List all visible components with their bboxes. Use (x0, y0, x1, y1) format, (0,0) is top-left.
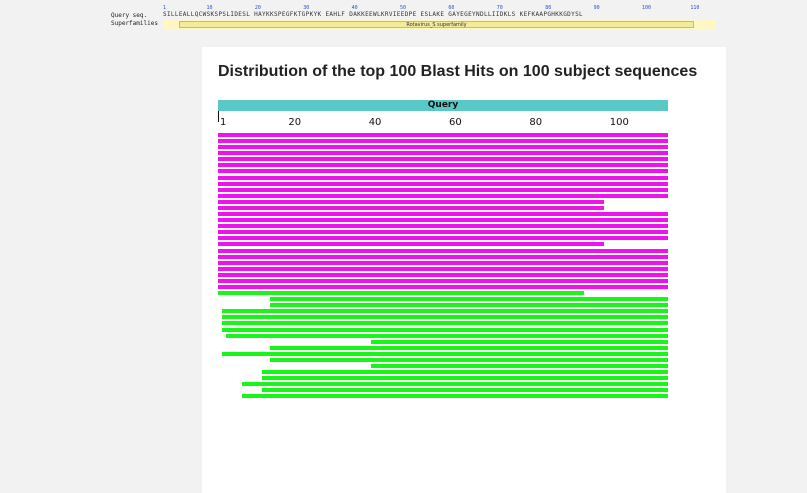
hit-bar[interactable] (262, 370, 668, 375)
hit-bar[interactable] (242, 394, 668, 399)
superfamily-domain-bar[interactable]: Rotavirus_S superfamily (179, 21, 694, 28)
axis-tick-label: 40 (368, 117, 382, 128)
hit-bar[interactable] (242, 382, 668, 387)
hit-bar[interactable] (270, 303, 668, 308)
hit-bar[interactable] (218, 133, 668, 137)
superfamilies-label: Superfamilies (111, 20, 158, 27)
hit-bar[interactable] (218, 236, 668, 241)
hit-bar[interactable] (218, 205, 604, 210)
hit-bar[interactable] (222, 327, 668, 332)
hit-bar[interactable] (218, 224, 668, 229)
hit-bar[interactable] (226, 333, 668, 338)
blast-hits-panel: Distribution of the top 100 Blast Hits o… (202, 47, 726, 493)
hit-bar[interactable] (218, 291, 584, 296)
hit-bar[interactable] (218, 199, 604, 204)
axis-tick-label: 1 (220, 117, 227, 128)
hit-bar[interactable] (218, 157, 668, 162)
query-axis: 1 20 40 60 80 100 (218, 111, 668, 131)
hit-bar[interactable] (218, 254, 668, 259)
hit-bar[interactable] (262, 376, 668, 381)
axis-tick-label: 80 (529, 117, 543, 128)
hit-bar[interactable] (218, 193, 668, 198)
hit-bar[interactable] (218, 266, 668, 271)
hit-bar[interactable] (222, 309, 668, 314)
hit-bar[interactable] (222, 315, 668, 320)
conserved-domains-strip: 1 10 20 30 40 50 60 70 80 90 100 110 Query seq. SIL… (0, 0, 807, 40)
page-title: Distribution of the top 100 Blast Hits o… (218, 63, 698, 80)
hit-bar[interactable] (218, 260, 668, 265)
hit-bar[interactable] (218, 218, 668, 223)
query-bar: Query (218, 100, 668, 111)
hit-bar[interactable] (270, 357, 668, 362)
hit-bar[interactable] (270, 345, 668, 350)
hit-bar[interactable] (370, 339, 668, 344)
hit-bar[interactable] (222, 351, 668, 356)
hit-bar[interactable] (218, 163, 668, 168)
axis-start-line (218, 111, 219, 122)
hit-bar[interactable] (218, 248, 668, 253)
hit-bar[interactable] (218, 139, 668, 144)
query-seq-label: Query seq. (111, 12, 148, 19)
hit-bar[interactable] (218, 285, 668, 289)
hit-bar[interactable] (218, 175, 668, 180)
hit-bar[interactable] (218, 212, 668, 217)
hit-bar[interactable] (218, 278, 668, 283)
superfamily-name: Rotavirus_S superfamily (406, 22, 467, 28)
blast-hits-graphic (218, 133, 668, 493)
hit-bar[interactable] (262, 388, 668, 393)
sequence-ruler: 1 10 20 30 40 50 60 70 80 90 100 110 (163, 2, 708, 11)
hit-bar[interactable] (218, 230, 668, 235)
hit-bar[interactable] (218, 151, 668, 156)
hit-bar[interactable] (218, 187, 668, 192)
axis-tick-label: 20 (288, 117, 302, 128)
hit-bar[interactable] (218, 169, 668, 174)
hit-bar[interactable] (218, 145, 668, 150)
hit-bar[interactable] (218, 272, 668, 277)
axis-tick-label: 60 (449, 117, 462, 128)
query-sequence: SILLEALLQCWSKSPSLIDESL HAYKKSPEGFKTGPKYK… (163, 11, 584, 18)
hit-bar[interactable] (370, 364, 668, 369)
hit-bar[interactable] (270, 297, 668, 302)
hit-bar[interactable] (222, 321, 668, 326)
axis-tick-label: 100 (609, 117, 629, 128)
hit-bar[interactable] (218, 181, 668, 186)
hit-bar[interactable] (218, 242, 604, 247)
